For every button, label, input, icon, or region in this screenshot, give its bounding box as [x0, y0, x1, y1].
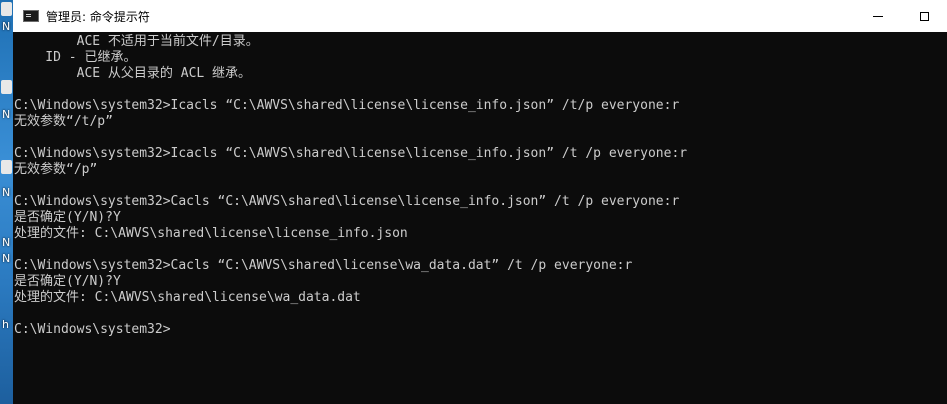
minimize-icon [873, 15, 883, 17]
cmd-icon[interactable] [23, 10, 39, 22]
desktop-icon-label[interactable]: N [2, 186, 10, 199]
desktop-icon-label[interactable]: N [2, 252, 10, 265]
window-controls [855, 0, 947, 32]
desktop-shortcut-icon[interactable] [1, 80, 12, 94]
maximize-button[interactable] [901, 0, 947, 32]
console-line: ACE 从父目录的 ACL 继承。 [14, 66, 252, 81]
cmd-window: 管理员: 命令提示符 ACE 不适用于当前文件/目录。 ID - 已继承。 AC… [13, 0, 947, 404]
window-title: 管理员: 命令提示符 [46, 9, 150, 24]
desktop-icon-label[interactable]: N [2, 108, 10, 121]
console-line: 处理的文件: C:\AWVS\shared\license\license_in… [14, 226, 408, 241]
desktop-icon-label[interactable]: N [2, 236, 10, 249]
console-line: ACE 不适用于当前文件/目录。 [14, 34, 259, 49]
console-line: C:\Windows\system32>Icacls “C:\AWVS\shar… [14, 146, 688, 161]
console-line: C:\Windows\system32>Cacls “C:\AWVS\share… [14, 194, 680, 209]
console-line: 无效参数“/p” [14, 162, 98, 177]
desktop-background: N N N N N h [0, 0, 13, 404]
console-line: 无效参数“/t/p” [14, 114, 113, 129]
console-line: C:\Windows\system32>Cacls “C:\AWVS\share… [14, 258, 633, 273]
console-line: ID - 已继承。 [14, 50, 137, 65]
maximize-icon [919, 11, 929, 21]
console-line: 是否确定(Y/N)?Y [14, 274, 121, 289]
console-scrollbar[interactable] [937, 32, 947, 404]
minimize-button[interactable] [855, 0, 901, 32]
desktop-icon-label[interactable]: h [2, 318, 9, 331]
desktop-shortcut-icon[interactable] [1, 160, 12, 174]
desktop-icon-label[interactable]: N [2, 20, 10, 33]
desktop-shortcut-icon[interactable] [1, 2, 12, 16]
console-line: 处理的文件: C:\AWVS\shared\license\wa_data.da… [14, 290, 361, 305]
console-line: 是否确定(Y/N)?Y [14, 210, 121, 225]
console-prompt[interactable]: C:\Windows\system32> [14, 322, 171, 338]
console-output[interactable]: ACE 不适用于当前文件/目录。 ID - 已继承。 ACE 从父目录的 ACL… [13, 32, 937, 404]
console-line: C:\Windows\system32>Icacls “C:\AWVS\shar… [14, 98, 680, 113]
title-bar[interactable]: 管理员: 命令提示符 [13, 0, 947, 32]
